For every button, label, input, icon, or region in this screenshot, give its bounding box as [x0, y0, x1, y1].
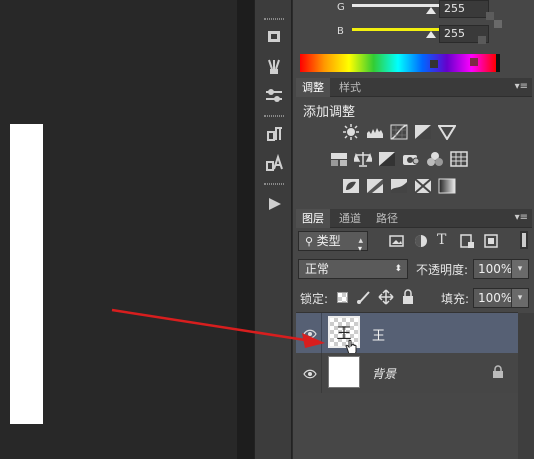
annotation-arrow [111, 308, 325, 348]
